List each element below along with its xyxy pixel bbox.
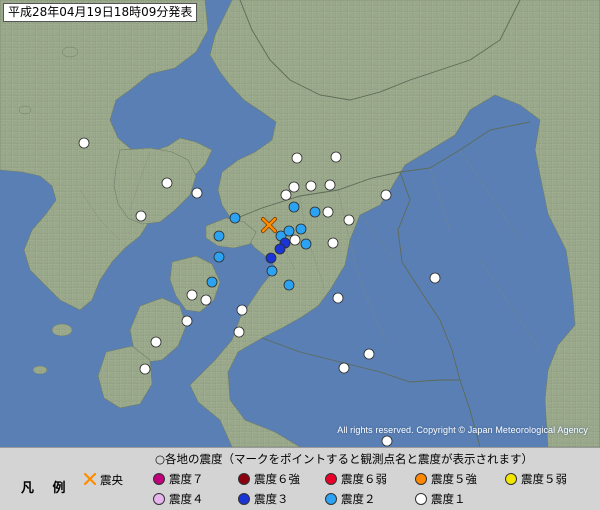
small-island: [18, 105, 32, 115]
legend-item-intensity-5-lower: 震度５弱: [505, 472, 567, 486]
station-marker-circle-icon[interactable]: [206, 276, 218, 288]
legend-epicenter-label: 震央: [100, 473, 123, 487]
small-island: [51, 323, 73, 337]
station-marker-circle-icon[interactable]: [300, 238, 312, 250]
station-marker-circle-icon[interactable]: [265, 252, 277, 264]
legend-item-intensity-6-lower: 震度６弱: [325, 472, 387, 486]
circle-icon: [238, 493, 250, 505]
station-marker-circle-icon[interactable]: [213, 251, 225, 263]
station-marker-circle-icon[interactable]: [274, 243, 286, 255]
legend-epicenter: 震央: [83, 472, 123, 487]
legend-item-label: 震度５強: [431, 472, 477, 486]
station-marker-circle-icon[interactable]: [139, 363, 151, 375]
station-marker-circle-icon[interactable]: [338, 362, 350, 374]
circle-icon: [415, 473, 427, 485]
legend-item-label: 震度２: [341, 492, 376, 506]
station-marker-circle-icon[interactable]: [266, 265, 278, 277]
legend-item-intensity-6-upper: 震度６強: [238, 472, 300, 486]
station-marker-circle-icon[interactable]: [233, 326, 245, 338]
circle-icon: [415, 493, 427, 505]
station-marker-circle-icon[interactable]: [161, 177, 173, 189]
station-marker-circle-icon[interactable]: [280, 189, 292, 201]
circle-icon: [153, 493, 165, 505]
station-marker-circle-icon[interactable]: [327, 237, 339, 249]
station-marker-circle-icon[interactable]: [283, 279, 295, 291]
copyright-notice: All rights reserved. Copyright © Japan M…: [337, 425, 588, 435]
legend-item-intensity-4: 震度４: [153, 492, 204, 506]
legend-item-label: 震度３: [254, 492, 289, 506]
station-marker-circle-icon[interactable]: [429, 272, 441, 284]
legend-item-label: 震度７: [169, 472, 204, 486]
station-marker-circle-icon[interactable]: [288, 181, 300, 193]
station-marker-circle-icon[interactable]: [150, 336, 162, 348]
legend-item-label: 震度５弱: [521, 472, 567, 486]
station-marker-circle-icon[interactable]: [283, 225, 295, 237]
circle-icon: [505, 473, 517, 485]
station-marker-circle-icon[interactable]: [78, 137, 90, 149]
legend-item-intensity-1: 震度１: [415, 492, 466, 506]
station-marker-circle-icon[interactable]: [289, 234, 301, 246]
legend-panel: 凡 例 ○各地の震度（マークをポイントすると観測点名と震度が表示されます） 震央…: [0, 447, 600, 510]
circle-icon: [153, 473, 165, 485]
x-mark-icon: [83, 472, 97, 486]
station-marker-circle-icon[interactable]: [295, 223, 307, 235]
legend-item-intensity-7: 震度７: [153, 472, 204, 486]
circle-icon: [325, 493, 337, 505]
station-marker-circle-icon[interactable]: [181, 315, 193, 327]
station-marker-circle-icon[interactable]: [330, 151, 342, 163]
small-island: [61, 46, 79, 58]
station-marker-circle-icon[interactable]: [309, 206, 321, 218]
legend-item-label: 震度６弱: [341, 472, 387, 486]
station-marker-circle-icon[interactable]: [288, 201, 300, 213]
intensity-map-view: 平成28年04月19日18時09分発表 All rights reserved.…: [0, 0, 600, 510]
legend-item-label: 震度６強: [254, 472, 300, 486]
legend-title: 凡 例: [21, 481, 73, 496]
station-marker-circle-icon[interactable]: [324, 179, 336, 191]
station-marker-circle-icon[interactable]: [305, 180, 317, 192]
station-marker-circle-icon[interactable]: [380, 189, 392, 201]
station-marker-circle-icon[interactable]: [363, 348, 375, 360]
legend-item-intensity-3: 震度３: [238, 492, 289, 506]
legend-item-label: 震度１: [431, 492, 466, 506]
station-marker-circle-icon[interactable]: [135, 210, 147, 222]
station-marker-circle-icon[interactable]: [381, 435, 393, 447]
map-canvas: [0, 0, 600, 447]
station-marker-circle-icon[interactable]: [291, 152, 303, 164]
station-marker-circle-icon[interactable]: [186, 289, 198, 301]
issue-time-label: 平成28年04月19日18時09分発表: [3, 3, 198, 22]
circle-icon: [238, 473, 250, 485]
station-marker-circle-icon[interactable]: [322, 206, 334, 218]
station-marker-circle-icon[interactable]: [332, 292, 344, 304]
station-marker-circle-icon[interactable]: [343, 214, 355, 226]
station-marker-circle-icon[interactable]: [200, 294, 212, 306]
station-marker-circle-icon[interactable]: [236, 304, 248, 316]
small-island: [32, 365, 48, 375]
legend-heading: ○各地の震度（マークをポイントすると観測点名と震度が表示されます）: [155, 452, 534, 466]
legend-item-intensity-2: 震度２: [325, 492, 376, 506]
circle-icon: [325, 473, 337, 485]
legend-item-intensity-5-upper: 震度５強: [415, 472, 477, 486]
station-marker-circle-icon[interactable]: [213, 230, 225, 242]
legend-item-label: 震度４: [169, 492, 204, 506]
station-marker-circle-icon[interactable]: [229, 212, 241, 224]
station-marker-circle-icon[interactable]: [191, 187, 203, 199]
